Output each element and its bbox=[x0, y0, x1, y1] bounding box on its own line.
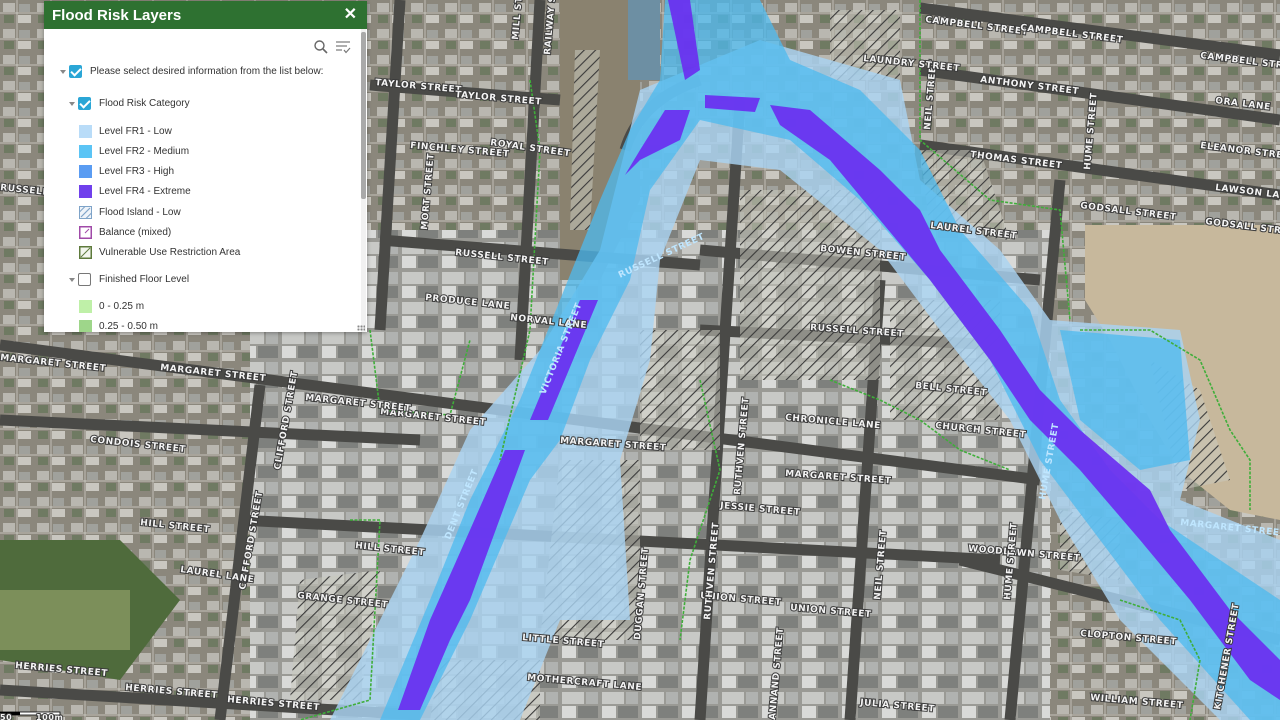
layer-row-flood-risk-category: Flood Risk Category bbox=[69, 97, 190, 110]
swatch-flood-island-low bbox=[79, 206, 92, 219]
panel-body: Please select desired information from t… bbox=[44, 29, 367, 332]
legend-label: Level FR3 - High bbox=[99, 166, 175, 177]
swatch-balance-mixed bbox=[79, 226, 92, 239]
search-icon[interactable] bbox=[313, 39, 329, 55]
legend-label: Level FR4 - Extreme bbox=[99, 186, 191, 197]
expand-toggle-flood-risk-category[interactable] bbox=[69, 101, 75, 106]
swatch-ffl-0-025 bbox=[79, 300, 92, 313]
filter-list-icon[interactable] bbox=[335, 39, 351, 55]
swatch-fr4-extreme bbox=[79, 185, 92, 198]
flood-risk-category-checkbox[interactable] bbox=[78, 97, 91, 110]
panel-title: Flood Risk Layers bbox=[52, 6, 182, 24]
group-label: Finished Floor Level bbox=[99, 274, 190, 285]
legend-item: Level FR4 - Extreme bbox=[79, 185, 191, 198]
legend-item: 0 - 0.25 m bbox=[79, 300, 144, 313]
expand-toggle-finished-floor-level[interactable] bbox=[69, 277, 75, 282]
root-layer-checkbox[interactable] bbox=[69, 65, 82, 78]
legend-label: Vulnerable Use Restriction Area bbox=[99, 247, 241, 258]
legend-label: 0.25 - 0.50 m bbox=[99, 321, 158, 332]
svg-text:100m: 100m bbox=[36, 713, 63, 720]
swatch-fr1-low bbox=[79, 125, 92, 138]
legend-item: Level FR3 - High bbox=[79, 165, 174, 178]
panel-toolbar bbox=[313, 39, 351, 55]
legend-item: Level FR1 - Low bbox=[79, 125, 172, 138]
swatch-fr3-high bbox=[79, 165, 92, 178]
swatch-fr2-medium bbox=[79, 145, 92, 158]
legend-item: Flood Island - Low bbox=[79, 206, 181, 219]
legend-label: Balance (mixed) bbox=[99, 227, 172, 238]
legend-label: Level FR1 - Low bbox=[99, 126, 172, 137]
legend-label: 0 - 0.25 m bbox=[99, 301, 145, 312]
swatch-vulnerable-use-restriction bbox=[79, 246, 92, 259]
panel-scrollbar[interactable] bbox=[361, 29, 366, 332]
root-layer-label: Please select desired information from t… bbox=[90, 66, 324, 77]
legend-item: 0.25 - 0.50 m bbox=[79, 320, 158, 332]
finished-floor-level-checkbox[interactable] bbox=[78, 273, 91, 286]
legend-item: Balance (mixed) bbox=[79, 226, 171, 239]
close-icon[interactable]: ✕ bbox=[344, 7, 359, 23]
swatch-ffl-025-050 bbox=[79, 320, 92, 332]
legend-label: Flood Island - Low bbox=[99, 207, 181, 218]
layers-panel: Flood Risk Layers ✕ Please select desire… bbox=[44, 1, 367, 332]
scrollbar-thumb[interactable] bbox=[361, 32, 366, 199]
resize-handle[interactable] bbox=[357, 325, 365, 331]
svg-text:50: 50 bbox=[0, 713, 12, 720]
legend-label: Level FR2 - Medium bbox=[99, 146, 190, 157]
group-label: Flood Risk Category bbox=[99, 98, 190, 109]
legend-item: Level FR2 - Medium bbox=[79, 145, 189, 158]
expand-toggle-root[interactable] bbox=[60, 69, 66, 74]
legend-item: Vulnerable Use Restriction Area bbox=[79, 246, 240, 259]
panel-header: Flood Risk Layers ✕ bbox=[44, 1, 367, 29]
layer-row-root: Please select desired information from t… bbox=[60, 65, 323, 78]
layer-row-finished-floor-level: Finished Floor Level bbox=[69, 273, 189, 286]
